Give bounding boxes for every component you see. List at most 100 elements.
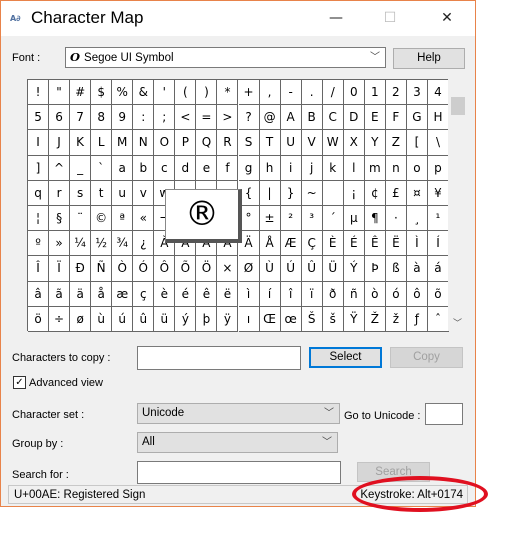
char-cell[interactable]: æ [112, 281, 134, 307]
char-cell[interactable]: % [112, 80, 134, 106]
char-cell[interactable]: û [133, 306, 155, 332]
char-cell[interactable]: Ÿ [343, 306, 365, 332]
char-cell[interactable]: b [133, 155, 155, 181]
char-cell[interactable]: ó [385, 281, 407, 307]
char-cell[interactable]: " [49, 80, 71, 106]
char-cell[interactable]: Š [301, 306, 323, 332]
help-button[interactable]: Help [393, 48, 465, 69]
char-cell[interactable]: ú [112, 306, 134, 332]
char-cell[interactable]: > [217, 105, 239, 131]
char-cell[interactable]: ´ [322, 206, 344, 232]
char-cell[interactable]: Û [301, 256, 323, 282]
char-cell[interactable]: à [406, 256, 428, 282]
char-cell[interactable]: ö [28, 306, 50, 332]
char-cell[interactable]: Ü [322, 256, 344, 282]
char-cell[interactable]: ¶ [364, 206, 386, 232]
char-cell[interactable]: # [70, 80, 92, 106]
char-cell[interactable]: Ž [364, 306, 386, 332]
char-cell[interactable]: ù [91, 306, 113, 332]
char-cell[interactable]: ƒ [406, 306, 428, 332]
char-cell[interactable]: ¡ [343, 180, 365, 206]
char-cell[interactable]: ž [385, 306, 407, 332]
char-cell[interactable]: ÷ [49, 306, 71, 332]
group-by-dropdown[interactable]: All ﹀ [137, 432, 338, 453]
char-cell[interactable]: ³ [301, 206, 323, 232]
char-cell[interactable]: ñ [343, 281, 365, 307]
char-cell[interactable]: A [280, 105, 302, 131]
char-cell[interactable]: & [133, 80, 155, 106]
char-cell[interactable]: g [238, 155, 260, 181]
select-button[interactable]: Select [309, 347, 382, 368]
char-cell[interactable]: a [112, 155, 134, 181]
char-cell[interactable]: è [154, 281, 176, 307]
char-cell[interactable] [322, 180, 344, 206]
char-cell[interactable]: j [301, 155, 323, 181]
char-cell[interactable]: ± [259, 206, 281, 232]
char-cell[interactable]: = [196, 105, 218, 131]
char-cell[interactable]: s [70, 180, 92, 206]
char-cell[interactable]: c [154, 155, 176, 181]
char-cell[interactable]: Y [364, 130, 386, 156]
char-cell[interactable]: B [301, 105, 323, 131]
char-cell[interactable]: ô [406, 281, 428, 307]
char-cell[interactable]: í [259, 281, 281, 307]
char-cell[interactable]: P [175, 130, 197, 156]
char-cell[interactable]: Ú [280, 256, 302, 282]
char-cell[interactable]: ; [154, 105, 176, 131]
char-cell[interactable]: ? [238, 105, 260, 131]
characters-to-copy-input[interactable] [137, 346, 301, 370]
char-cell[interactable]: 2 [385, 80, 407, 106]
char-cell[interactable]: á [427, 256, 449, 282]
char-cell[interactable]: V [301, 130, 323, 156]
char-cell[interactable]: ¥ [427, 180, 449, 206]
char-cell[interactable]: W [322, 130, 344, 156]
char-cell[interactable]: ¸ [406, 206, 428, 232]
char-cell[interactable]: [ [406, 130, 428, 156]
char-cell[interactable]: * [217, 80, 239, 106]
char-cell[interactable]: K [70, 130, 92, 156]
char-cell[interactable]: o [406, 155, 428, 181]
char-cell[interactable]: Õ [175, 256, 197, 282]
char-cell[interactable]: ç [133, 281, 155, 307]
char-cell[interactable]: ø [70, 306, 92, 332]
char-cell[interactable]: Ô [154, 256, 176, 282]
char-cell[interactable]: 6 [49, 105, 71, 131]
char-cell[interactable]: ı [238, 306, 260, 332]
char-cell[interactable]: l [343, 155, 365, 181]
char-cell[interactable]: E [364, 105, 386, 131]
minimize-button[interactable]: — [316, 5, 356, 31]
char-cell[interactable]: r [49, 180, 71, 206]
char-cell[interactable]: § [49, 206, 71, 232]
char-cell[interactable]: Œ [259, 306, 281, 332]
char-cell[interactable]: 1 [364, 80, 386, 106]
char-cell[interactable]: 9 [112, 105, 134, 131]
char-cell[interactable]: ) [196, 80, 218, 106]
char-cell[interactable]: £ [385, 180, 407, 206]
char-cell[interactable]: ð [322, 281, 344, 307]
char-cell[interactable]: F [385, 105, 407, 131]
grid-scrollbar[interactable]: ﹀ [448, 79, 468, 331]
char-cell[interactable]: Å [259, 231, 281, 257]
char-cell[interactable]: · [385, 206, 407, 232]
char-cell[interactable]: µ [343, 206, 365, 232]
char-cell[interactable]: @ [259, 105, 281, 131]
char-cell[interactable]: ¤ [406, 180, 428, 206]
character-set-dropdown[interactable]: Unicode ﹀ [137, 403, 340, 424]
char-cell[interactable]: 7 [70, 105, 92, 131]
char-cell[interactable]: Ø [238, 256, 260, 282]
char-cell[interactable]: Ó [133, 256, 155, 282]
char-cell[interactable]: ¿ [133, 231, 155, 257]
char-cell[interactable]: e [196, 155, 218, 181]
char-cell[interactable]: ¼ [70, 231, 92, 257]
char-cell[interactable]: Î [28, 256, 50, 282]
char-cell[interactable]: t [91, 180, 113, 206]
char-cell[interactable]: ` [91, 155, 113, 181]
scrollbar-thumb[interactable] [451, 97, 465, 115]
char-cell[interactable]: - [280, 80, 302, 106]
char-cell[interactable]: é [175, 281, 197, 307]
char-cell[interactable]: Æ [280, 231, 302, 257]
char-cell[interactable]: î [280, 281, 302, 307]
char-cell[interactable]: Ñ [91, 256, 113, 282]
char-cell[interactable]: ò [364, 281, 386, 307]
char-cell[interactable]: Í [427, 231, 449, 257]
